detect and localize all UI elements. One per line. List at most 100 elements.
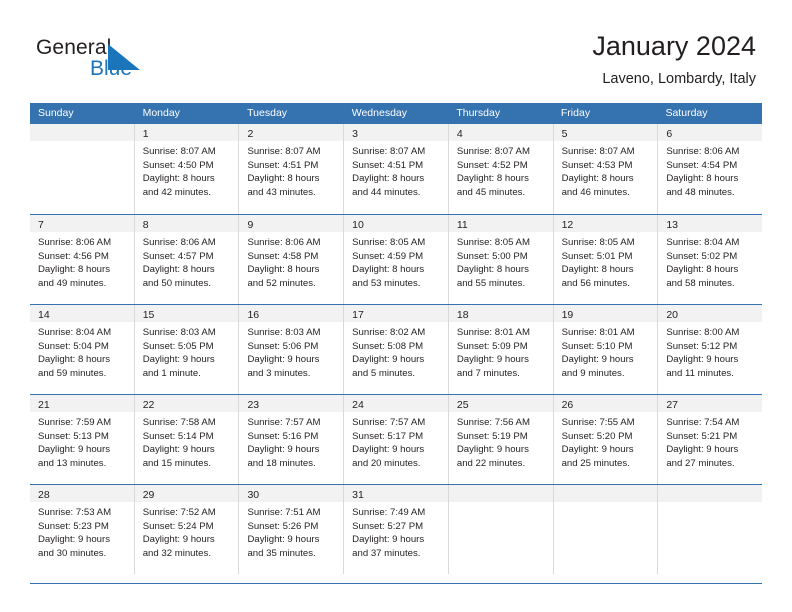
- daylight-text-line1: Daylight: 9 hours: [247, 444, 320, 456]
- day-number-band: 9: [239, 215, 344, 232]
- sunset-text: Sunset: 5:05 PM: [142, 340, 214, 352]
- day-number: 24: [352, 399, 364, 411]
- day-cell[interactable]: 20 Sunrise: 8:00 AM Sunset: 5:12 PM Dayligh…: [658, 305, 763, 394]
- daylight-text-line2: and 53 minutes.: [352, 277, 421, 289]
- daylight-text-line1: Daylight: 9 hours: [666, 354, 739, 366]
- sunset-text: Sunset: 5:01 PM: [561, 250, 633, 262]
- day-cell-empty: [658, 485, 763, 574]
- day-number-band: 16: [239, 305, 344, 322]
- day-number: 21: [38, 399, 50, 411]
- day-cell[interactable]: 22 Sunrise: 7:58 AM Sunset: 5:14 PM Dayligh…: [134, 395, 240, 484]
- daylight-text-line1: Daylight: 9 hours: [561, 444, 634, 456]
- day-cell[interactable]: 4 Sunrise: 8:07 AM Sunset: 4:52 PM Daylight…: [448, 124, 554, 214]
- day-cell-details: Sunrise: 8:06 AM Sunset: 4:56 PM Daylight:…: [30, 232, 134, 290]
- sunrise-text: Sunrise: 8:01 AM: [561, 327, 635, 338]
- daylight-text-line2: and 52 minutes.: [247, 277, 316, 289]
- day-number-band: 17: [344, 305, 448, 322]
- sunrise-text: Sunrise: 8:05 AM: [456, 237, 530, 248]
- calendar-page: General Blue January 2024 Laveno, Lombar…: [0, 0, 792, 612]
- day-cell[interactable]: 19 Sunrise: 8:01 AM Sunset: 5:10 PM Dayligh…: [553, 305, 659, 394]
- day-cell[interactable]: 24 Sunrise: 7:57 AM Sunset: 5:17 PM Dayligh…: [344, 395, 449, 484]
- daylight-text-line2: and 25 minutes.: [561, 457, 630, 469]
- sunset-text: Sunset: 4:51 PM: [247, 159, 319, 171]
- day-cell[interactable]: 12 Sunrise: 8:05 AM Sunset: 5:01 PM Dayligh…: [553, 215, 659, 304]
- sunrise-text: Sunrise: 8:00 AM: [666, 327, 740, 338]
- sunset-text: Sunset: 4:56 PM: [38, 250, 109, 262]
- day-number-band: 2: [239, 124, 344, 141]
- day-cell[interactable]: 23 Sunrise: 7:57 AM Sunset: 5:16 PM Dayligh…: [239, 395, 345, 484]
- title-block: January 2024 Laveno, Lombardy, Italy: [592, 30, 756, 89]
- day-cell[interactable]: 29 Sunrise: 7:52 AM Sunset: 5:24 PM Dayligh…: [134, 485, 240, 574]
- day-cell-details: Sunrise: 7:51 AM Sunset: 5:26 PM Daylight:…: [239, 502, 343, 560]
- sunrise-text: Sunrise: 7:57 AM: [352, 417, 426, 428]
- sunset-text: Sunset: 5:16 PM: [247, 430, 319, 442]
- sunset-text: Sunset: 4:53 PM: [561, 159, 633, 171]
- day-cell[interactable]: 31 Sunrise: 7:49 AM Sunset: 5:27 PM Dayligh…: [344, 485, 449, 574]
- day-cell[interactable]: 10 Sunrise: 8:05 AM Sunset: 4:59 PM Dayligh…: [344, 215, 449, 304]
- day-number-band: 20: [658, 305, 763, 322]
- day-number: 25: [456, 399, 469, 411]
- day-number: 31: [352, 489, 364, 501]
- sunset-text: Sunset: 5:14 PM: [142, 430, 214, 442]
- day-cell-details: Sunrise: 8:07 AM Sunset: 4:51 PM Daylight:…: [239, 141, 343, 199]
- day-number-band: 19: [553, 305, 658, 322]
- daylight-text-line2: and 20 minutes.: [352, 457, 421, 469]
- day-cell[interactable]: 6 Sunrise: 8:06 AM Sunset: 4:54 PM Daylight…: [658, 124, 763, 214]
- daylight-text-line2: and 30 minutes.: [38, 547, 107, 559]
- day-number: 26: [561, 399, 574, 411]
- day-number-band: [30, 124, 134, 141]
- day-number-band: 12: [553, 215, 658, 232]
- daylight-text-line2: and 45 minutes.: [456, 186, 526, 198]
- day-cell-details: Sunrise: 8:07 AM Sunset: 4:52 PM Daylight:…: [449, 141, 553, 199]
- sunset-text: Sunset: 5:10 PM: [561, 340, 633, 352]
- day-number-band: [658, 485, 763, 502]
- day-cell[interactable]: 7 Sunrise: 8:06 AM Sunset: 4:56 PM Daylight…: [30, 215, 135, 304]
- day-cell[interactable]: 8 Sunrise: 8:06 AM Sunset: 4:57 PM Daylight…: [134, 215, 240, 304]
- day-cell[interactable]: 17 Sunrise: 8:02 AM Sunset: 5:08 PM Dayligh…: [344, 305, 449, 394]
- day-cell[interactable]: 30 Sunrise: 7:51 AM Sunset: 5:26 PM Dayligh…: [239, 485, 345, 574]
- day-cell[interactable]: 9 Sunrise: 8:06 AM Sunset: 4:58 PM Daylight…: [239, 215, 345, 304]
- day-cell[interactable]: 3 Sunrise: 8:07 AM Sunset: 4:51 PM Daylight…: [344, 124, 449, 214]
- sunrise-text: Sunrise: 8:07 AM: [142, 146, 216, 157]
- day-cell[interactable]: 13 Sunrise: 8:04 AM Sunset: 5:02 PM Dayligh…: [658, 215, 763, 304]
- day-cell[interactable]: 18 Sunrise: 8:01 AM Sunset: 5:09 PM Dayligh…: [448, 305, 554, 394]
- day-cell[interactable]: 26 Sunrise: 7:55 AM Sunset: 5:20 PM Dayligh…: [553, 395, 659, 484]
- day-cell[interactable]: 28 Sunrise: 7:53 AM Sunset: 5:23 PM Dayligh…: [30, 485, 135, 574]
- day-number: 4: [456, 128, 463, 140]
- day-cell[interactable]: 16 Sunrise: 8:03 AM Sunset: 5:06 PM Dayligh…: [239, 305, 345, 394]
- sunrise-text: Sunrise: 8:03 AM: [247, 327, 321, 338]
- day-cell[interactable]: 21 Sunrise: 7:59 AM Sunset: 5:13 PM Dayligh…: [30, 395, 135, 484]
- day-cell[interactable]: 15 Sunrise: 8:03 AM Sunset: 5:05 PM Dayligh…: [134, 305, 240, 394]
- sunset-text: Sunset: 4:51 PM: [352, 159, 424, 171]
- general-blue-logo[interactable]: General Blue: [36, 36, 176, 88]
- daylight-text-line1: Daylight: 9 hours: [352, 534, 425, 546]
- day-number: 2: [247, 128, 254, 140]
- sunrise-text: Sunrise: 8:02 AM: [352, 327, 426, 338]
- sunrise-text: Sunrise: 8:03 AM: [142, 327, 216, 338]
- day-cell[interactable]: 25 Sunrise: 7:56 AM Sunset: 5:19 PM Dayligh…: [448, 395, 554, 484]
- day-cell[interactable]: 5 Sunrise: 8:07 AM Sunset: 4:53 PM Daylight…: [553, 124, 659, 214]
- sunset-text: Sunset: 5:24 PM: [142, 520, 214, 532]
- sunset-text: Sunset: 5:27 PM: [352, 520, 424, 532]
- day-number-band: 22: [134, 395, 239, 412]
- daylight-text-line2: and 22 minutes.: [456, 457, 526, 469]
- day-cell-details: Sunrise: 8:07 AM Sunset: 4:51 PM Daylight:…: [344, 141, 448, 199]
- day-cell-details: Sunrise: 8:05 AM Sunset: 5:00 PM Daylight:…: [449, 232, 553, 290]
- day-cell[interactable]: 2 Sunrise: 8:07 AM Sunset: 4:51 PM Daylight…: [239, 124, 345, 214]
- day-number-band: 30: [239, 485, 344, 502]
- sunset-text: Sunset: 4:54 PM: [666, 159, 738, 171]
- daylight-text-line1: Daylight: 9 hours: [142, 354, 215, 366]
- day-cell[interactable]: 14 Sunrise: 8:04 AM Sunset: 5:04 PM Dayligh…: [30, 305, 135, 394]
- day-number: 3: [352, 128, 358, 140]
- day-number: 29: [142, 489, 155, 501]
- day-cell[interactable]: 1 Sunrise: 8:07 AM Sunset: 4:50 PM Daylight…: [134, 124, 240, 214]
- day-number-band: 21: [30, 395, 134, 412]
- day-cell[interactable]: 11 Sunrise: 8:05 AM Sunset: 5:00 PM Dayligh…: [448, 215, 554, 304]
- weekday-header-row: Sunday Monday Tuesday Wednesday Thursday Frid…: [30, 103, 762, 124]
- daylight-text-line1: Daylight: 9 hours: [38, 534, 110, 546]
- daylight-text-line1: Daylight: 9 hours: [247, 534, 320, 546]
- day-cell[interactable]: 27 Sunrise: 7:54 AM Sunset: 5:21 PM Dayligh…: [658, 395, 763, 484]
- sunrise-text: Sunrise: 8:06 AM: [247, 237, 321, 248]
- daylight-text-line1: Daylight: 8 hours: [247, 173, 320, 185]
- day-number: 20: [666, 309, 678, 321]
